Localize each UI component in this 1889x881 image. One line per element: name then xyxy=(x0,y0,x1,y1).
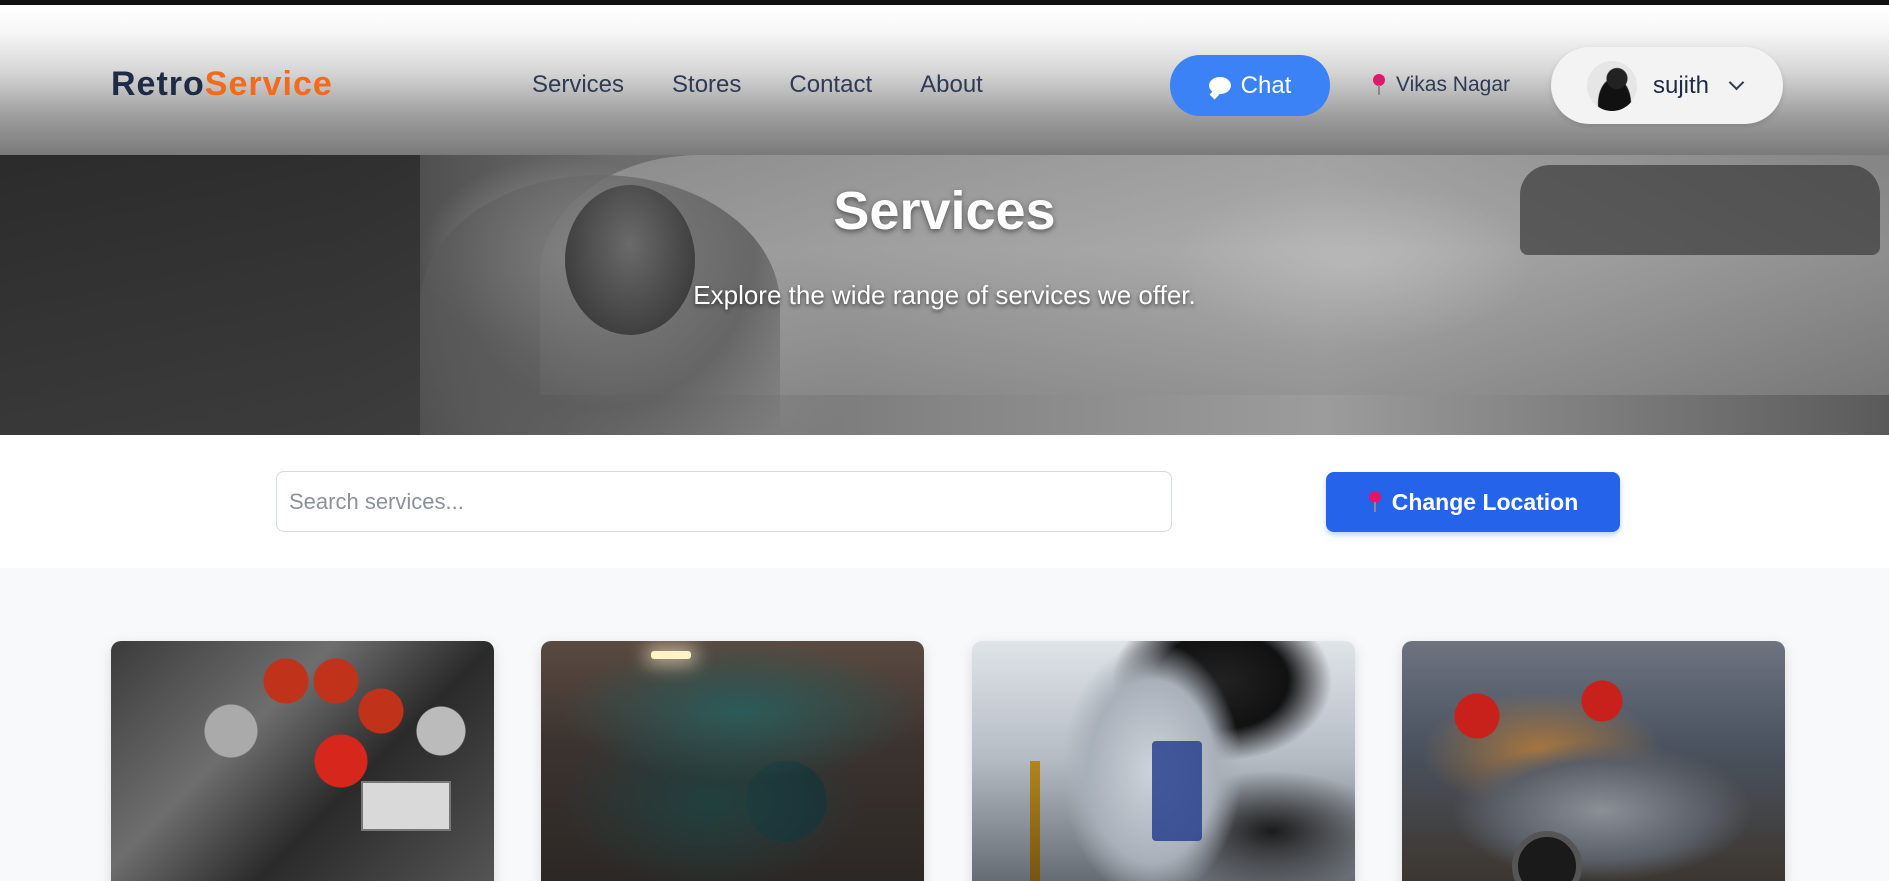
brand-logo-retro: Retro xyxy=(111,65,205,103)
user-name: sujith xyxy=(1653,71,1710,99)
main-nav: Services Stores Contact About xyxy=(532,71,983,99)
map-pin-icon xyxy=(1372,74,1386,96)
chat-bubble-icon xyxy=(1208,77,1231,94)
change-location-button[interactable]: Change Location xyxy=(1326,472,1620,532)
page-title: Services xyxy=(833,181,1056,241)
engine-plate-image-detail xyxy=(361,781,451,831)
brand-logo-service: Service xyxy=(204,65,333,103)
oil-bottle-image-detail xyxy=(1152,741,1202,841)
service-card-engine[interactable] xyxy=(111,641,494,881)
nav-link-about[interactable]: About xyxy=(920,71,983,99)
chat-button-label: Chat xyxy=(1240,71,1292,99)
garage-lamp-image-detail xyxy=(651,651,691,659)
service-card-oil-change[interactable] xyxy=(972,641,1355,881)
oil-pour-image-detail xyxy=(1030,761,1040,881)
change-location-label: Change Location xyxy=(1391,488,1579,515)
user-menu[interactable]: sujith xyxy=(1551,47,1783,124)
nav-link-stores[interactable]: Stores xyxy=(672,71,741,99)
chat-button[interactable]: Chat xyxy=(1170,55,1330,116)
service-card-repair[interactable] xyxy=(541,641,924,881)
page-subtitle: Explore the wide range of services we of… xyxy=(693,280,1196,310)
map-pin-icon xyxy=(1368,491,1382,513)
nav-link-contact[interactable]: Contact xyxy=(789,71,872,99)
current-location-label: Vikas Nagar xyxy=(1396,73,1511,96)
chevron-down-icon xyxy=(1728,74,1745,91)
site-header: RetroService Services Stores Contact Abo… xyxy=(0,5,1889,155)
search-input[interactable] xyxy=(276,471,1172,532)
service-card-custom-build[interactable] xyxy=(1402,641,1785,881)
service-card-grid xyxy=(111,641,1785,881)
current-location[interactable]: Vikas Nagar xyxy=(1372,73,1510,97)
nav-link-services[interactable]: Services xyxy=(532,71,624,99)
car-wheel-image-detail xyxy=(1512,831,1582,881)
brand-logo[interactable]: RetroService xyxy=(111,65,333,104)
avatar xyxy=(1587,60,1637,111)
